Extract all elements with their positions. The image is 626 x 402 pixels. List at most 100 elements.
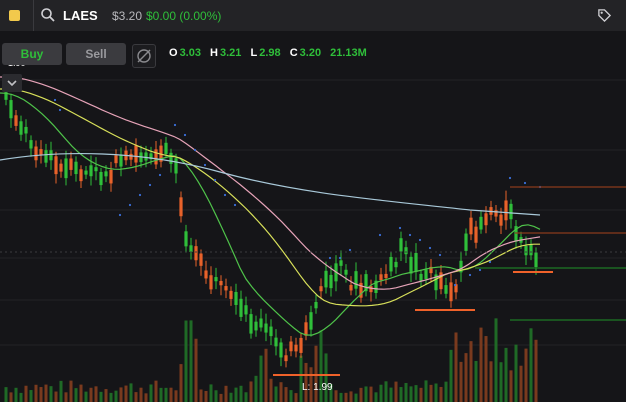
chevron-down-icon[interactable] (2, 74, 22, 92)
candle-body (154, 149, 158, 165)
price-tag-icon[interactable] (597, 8, 612, 23)
sell-button[interactable]: Sell (66, 43, 126, 65)
candle-body (349, 284, 353, 291)
candle-body (379, 274, 383, 281)
volume-bar (259, 355, 263, 402)
volume-bar (174, 390, 178, 402)
volume-bar (489, 361, 493, 402)
candle-body (479, 216, 483, 230)
volume-bar (474, 360, 478, 402)
volume-bar (339, 392, 343, 402)
candle-body (119, 154, 123, 167)
crossed-circle-icon[interactable] (132, 44, 156, 68)
psar-dot (233, 203, 237, 207)
candle-body (254, 321, 258, 331)
candle-body (244, 305, 248, 315)
candle-body (199, 253, 203, 266)
candle-body (224, 286, 228, 291)
candle-body (534, 252, 538, 268)
candle-body (484, 213, 488, 226)
candle-body (319, 286, 323, 292)
candle-body (279, 342, 283, 358)
buy-button[interactable]: Buy (2, 43, 62, 65)
volume-bar (129, 383, 133, 402)
candle-body (264, 323, 268, 333)
volume-bar (69, 380, 73, 402)
close-key: C (289, 47, 298, 59)
volume-bar (39, 387, 43, 402)
chart-canvas[interactable] (0, 31, 626, 402)
psar-dot (478, 268, 482, 272)
volume-bar (234, 387, 238, 402)
volume-bar (379, 384, 383, 402)
volume-bar (249, 381, 253, 402)
psar-dot (173, 123, 177, 127)
candle-body (384, 273, 388, 278)
volume-bar (494, 318, 498, 402)
volume-bar (424, 380, 428, 402)
candle-body (444, 285, 448, 294)
psar-dot (378, 233, 382, 237)
candle-body (44, 150, 48, 163)
volume-bar (239, 385, 243, 402)
volume-bar (429, 384, 433, 402)
volume-value: 21.13M (330, 47, 367, 59)
volume-bar (79, 384, 83, 402)
volume-bar (209, 384, 213, 402)
price-change: $0.00 (0.00%) (146, 9, 222, 23)
candle-body (299, 337, 303, 353)
candle-body (294, 344, 298, 352)
candle-body (64, 158, 68, 179)
candle-body (449, 282, 453, 302)
ticker-symbol[interactable]: LAES (63, 8, 98, 23)
psar-dot (128, 203, 132, 207)
psar-dot (203, 163, 207, 167)
candle-body (94, 167, 98, 172)
psar-dot (223, 193, 227, 197)
candle-body (309, 312, 313, 330)
volume-bar (89, 387, 93, 402)
volume-bar (94, 386, 98, 402)
candle-body (69, 158, 73, 170)
volume-bar (514, 344, 518, 402)
psar-dot (468, 273, 472, 277)
candle-body (339, 260, 343, 266)
psar-dot (148, 183, 152, 187)
volume-bar (9, 392, 13, 402)
volume-bar (384, 381, 388, 402)
price-chart[interactable] (0, 31, 626, 402)
volume-bar (44, 384, 48, 402)
volume-bar (394, 381, 398, 402)
volume-bar (99, 391, 103, 402)
candle-body (169, 152, 173, 164)
volume-bar (4, 387, 8, 402)
volume-bar (409, 386, 413, 402)
open-value: 3.03 (179, 47, 201, 59)
search-icon[interactable] (40, 7, 56, 23)
volume-bar (104, 389, 108, 402)
candle-body (39, 149, 43, 156)
candle-body (269, 326, 273, 337)
volume-bar (334, 390, 338, 402)
candle-body (19, 121, 23, 135)
psar-dot (348, 248, 352, 252)
psar-dot (53, 98, 57, 102)
candle-body (509, 203, 513, 220)
volume-bar (194, 338, 198, 402)
candle-body (134, 145, 138, 163)
candle-body (204, 270, 208, 279)
candle-body (249, 314, 253, 334)
watchlist-color-marker[interactable] (9, 10, 20, 21)
candle-body (229, 290, 233, 299)
candle-body (529, 244, 533, 256)
candle-body (214, 277, 218, 282)
candle-body (129, 153, 133, 160)
psar-dot (418, 238, 422, 242)
volume-bar (74, 388, 78, 402)
candle-body (49, 150, 53, 161)
candle-body (114, 155, 118, 164)
candle-body (234, 291, 238, 305)
volume-bar (109, 392, 113, 402)
volume-bar (19, 392, 23, 402)
volume-bar (154, 380, 158, 402)
